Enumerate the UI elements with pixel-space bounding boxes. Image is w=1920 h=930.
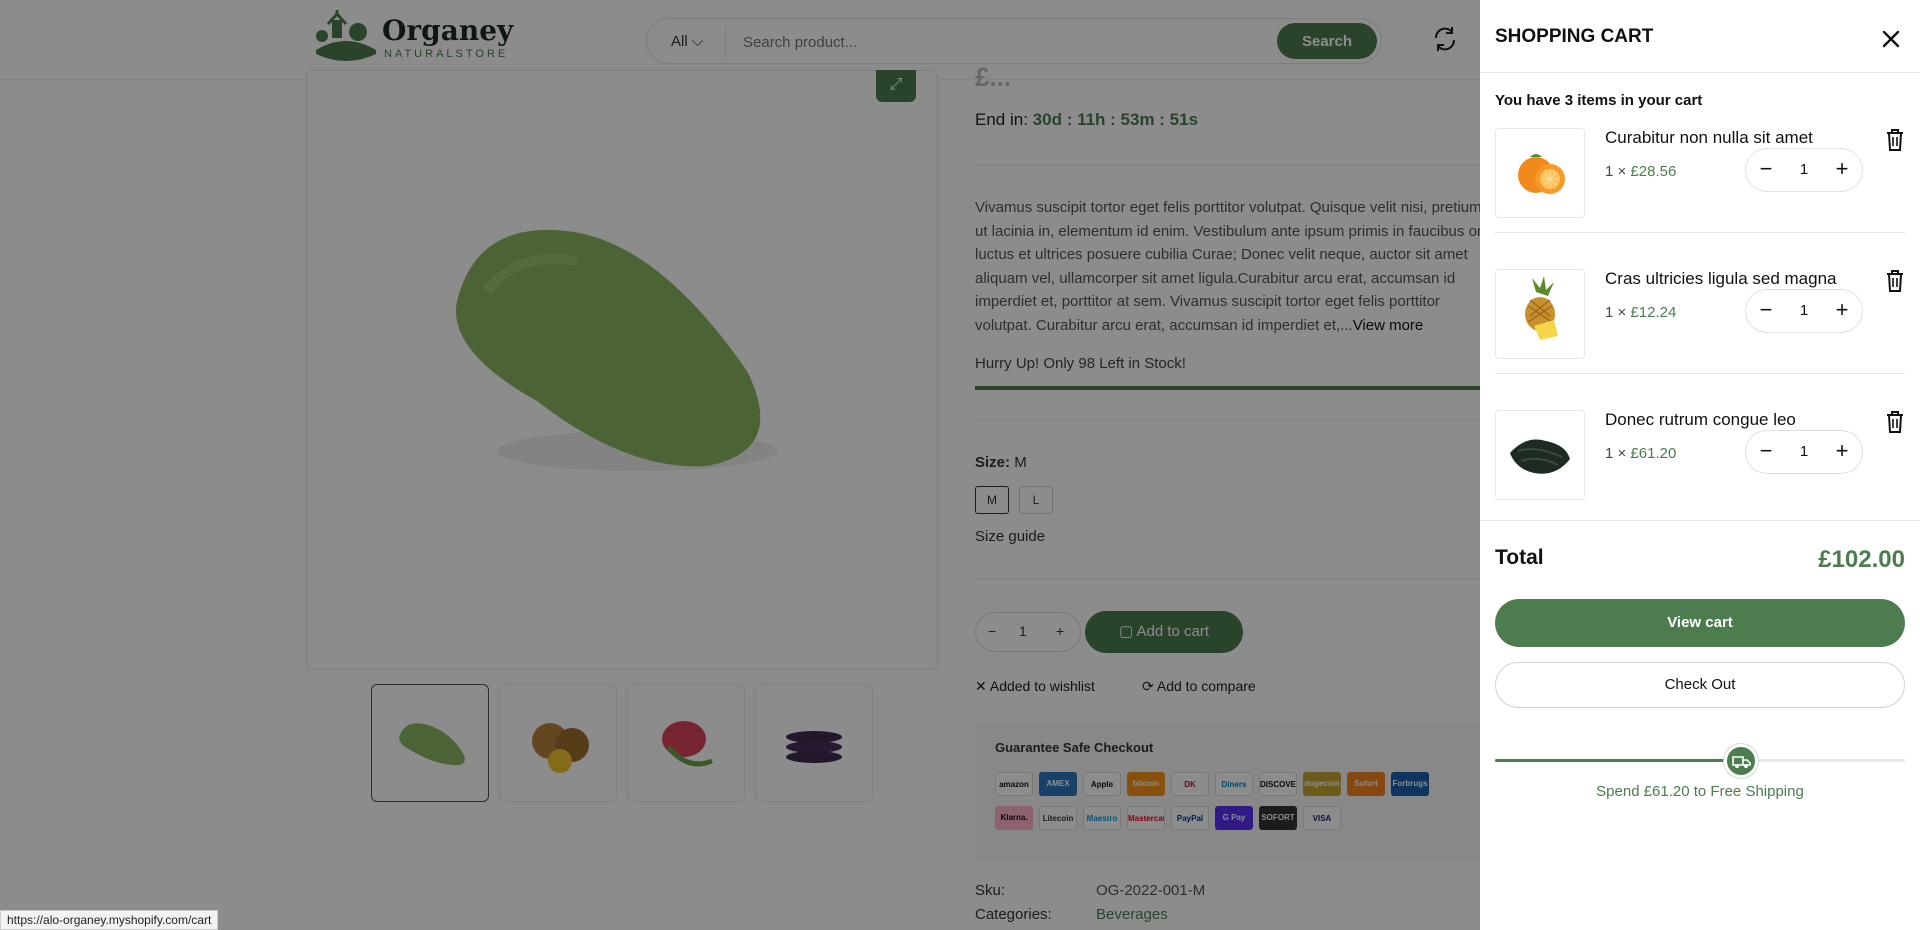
drawer-header-divider [1480,72,1920,73]
pineapple-image [1525,276,1558,340]
trash-icon[interactable] [1884,269,1906,293]
cart-item-price: 1 × £12.24 [1605,304,1676,321]
cart-item-qty-prefix: 1 × [1605,163,1627,180]
trash-icon[interactable] [1884,410,1906,434]
quantity-stepper: − 1 + [1745,148,1863,192]
total-label: Total [1495,546,1544,569]
qty-value[interactable]: 1 [1790,443,1818,460]
orange-image [1518,154,1565,194]
cart-item-price: 1 × £28.56 [1605,163,1676,180]
cart-item-image[interactable] [1495,128,1585,218]
quantity-stepper: − 1 + [1745,289,1863,333]
item-divider [1495,373,1905,374]
status-bar-url: https://alo-organey.myshopify.com/cart [0,910,219,930]
cart-drawer: SHOPPING CART You have 3 items in your c… [1480,0,1920,930]
items-bottom-divider [1480,520,1920,521]
cart-item-name[interactable]: Curabitur non nulla sit amet [1605,128,1813,148]
cart-item-name[interactable]: Cras ultricies ligula sed magna [1605,269,1837,289]
shipping-progress-fill [1495,759,1741,762]
qty-minus-button[interactable]: − [1752,297,1780,325]
cart-item-price: 1 × £61.20 [1605,445,1676,462]
cart-item-qty-prefix: 1 × [1605,304,1627,321]
cart-item: Curabitur non nulla sit amet 1 × £28.56 … [1495,128,1905,268]
shipping-progress-track [1495,759,1905,762]
cart-item: Cras ultricies ligula sed magna 1 × £12.… [1495,269,1905,409]
qty-plus-button[interactable]: + [1828,156,1856,184]
quantity-stepper: − 1 + [1745,430,1863,474]
cart-item-qty-prefix: 1 × [1605,445,1627,462]
total-value: £102.00 [1818,546,1905,573]
checkout-button[interactable]: Check Out [1495,662,1905,708]
cart-item-price-value: £12.24 [1630,304,1677,321]
cart-title: SHOPPING CART [1495,26,1654,47]
qty-plus-button[interactable]: + [1828,438,1856,466]
free-shipping-text: Spend £61.20 to Free Shipping [1596,783,1804,800]
truck-icon [1724,744,1758,778]
cart-item-price-value: £61.20 [1630,445,1677,462]
cart-item-image[interactable] [1495,269,1585,359]
cart-item: Donec rutrum congue leo 1 × £61.20 − 1 + [1495,410,1905,550]
trash-icon[interactable] [1884,128,1906,152]
cart-item-image[interactable] [1495,410,1585,500]
qty-value[interactable]: 1 [1790,302,1818,319]
item-divider [1495,232,1905,233]
qty-minus-button[interactable]: − [1752,156,1780,184]
drawer-backdrop[interactable] [0,0,1480,930]
qty-minus-button[interactable]: − [1752,438,1780,466]
close-icon[interactable] [1876,24,1906,54]
view-cart-button[interactable]: View cart [1495,599,1905,647]
cart-count-text: You have 3 items in your cart [1495,92,1703,109]
cart-item-price-value: £28.56 [1630,163,1677,180]
qty-value[interactable]: 1 [1790,161,1818,178]
dark-leaves-image [1510,439,1570,474]
cart-item-name[interactable]: Donec rutrum congue leo [1605,410,1796,430]
qty-plus-button[interactable]: + [1828,297,1856,325]
